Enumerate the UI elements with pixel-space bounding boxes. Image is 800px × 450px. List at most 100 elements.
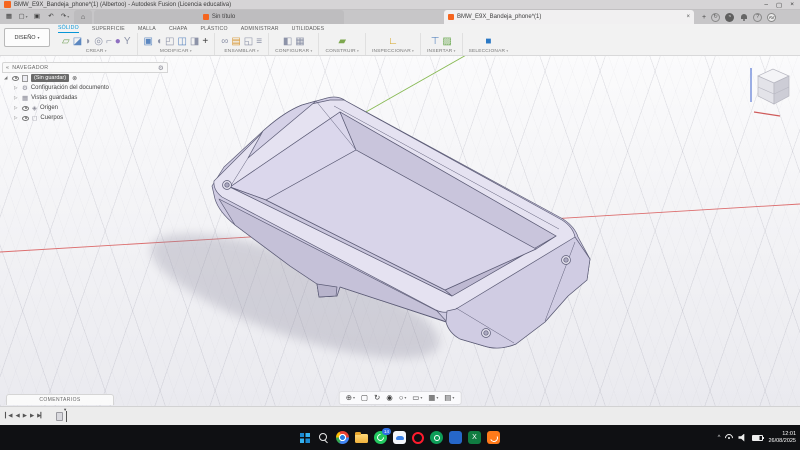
visibility-eye-icon[interactable]: [22, 105, 29, 111]
tab-malla[interactable]: MALLA: [138, 26, 156, 33]
tab-plastico[interactable]: PLÁSTICO: [200, 26, 227, 33]
joint-icon[interactable]: ◱: [244, 35, 253, 48]
configuration-table-icon[interactable]: ▦: [295, 35, 304, 48]
form-icon[interactable]: ●: [115, 35, 121, 48]
insert-derive-icon[interactable]: ⊤: [431, 35, 440, 48]
link-icon[interactable]: ∞: [221, 35, 228, 48]
step-forward-icon[interactable]: ▶: [30, 413, 34, 419]
measure-icon[interactable]: ∟: [388, 35, 398, 48]
document-tab-untitled[interactable]: Sin título: [94, 10, 344, 24]
hidden-icons-chevron[interactable]: ^: [718, 435, 721, 441]
close-tab-icon[interactable]: ×: [686, 14, 690, 20]
wifi-icon[interactable]: [723, 431, 736, 444]
pan-icon[interactable]: ⊕ ▾: [346, 393, 355, 403]
file-explorer-icon[interactable]: [355, 432, 368, 443]
fusion-icon[interactable]: [487, 431, 500, 444]
visibility-eye-icon[interactable]: [12, 75, 19, 81]
save-icon[interactable]: ▣: [31, 10, 43, 24]
zoom-icon[interactable]: ○ ▾: [399, 393, 406, 403]
fit-icon[interactable]: ▢: [361, 393, 368, 403]
green-app-icon[interactable]: [430, 431, 443, 444]
job-status-icon[interactable]: ↻: [711, 12, 721, 22]
expand-icon[interactable]: ▷: [14, 85, 19, 91]
document-tab-bmw[interactable]: BMW_E9X_Bandeja_phone*(1) ×: [444, 10, 694, 24]
file-menu-icon[interactable]: ▢▾: [17, 10, 29, 24]
grid-snaps-icon[interactable]: ▦ ▾: [428, 393, 438, 403]
group-label[interactable]: CONFIGURAR: [275, 49, 312, 54]
display-settings-icon[interactable]: ▭ ▾: [412, 393, 422, 403]
viewports-icon[interactable]: ▤ ▾: [444, 393, 454, 403]
visibility-eye-icon[interactable]: [22, 115, 29, 121]
browser-node-named-views[interactable]: ▷ ▦ Vistas guardadas: [2, 93, 168, 103]
avatar[interactable]: AV: [767, 12, 777, 22]
group-label[interactable]: ENSAMBLAR: [224, 49, 259, 54]
notifications-icon[interactable]: ◔: [725, 12, 735, 22]
expand-icon[interactable]: ▷: [14, 105, 19, 111]
expand-icon[interactable]: ▷: [14, 95, 19, 101]
clear-selection-icon[interactable]: ⊗: [72, 75, 77, 82]
opera-icon[interactable]: [412, 431, 424, 444]
tab-administrar[interactable]: ADMINISTRAR: [241, 26, 279, 33]
excel-icon[interactable]: X: [468, 431, 481, 444]
taskbar-clock[interactable]: 12:01 26/08/2025: [768, 431, 796, 444]
start-button[interactable]: [300, 432, 310, 443]
volume-icon[interactable]: [738, 433, 745, 442]
close-button[interactable]: ×: [790, 1, 794, 9]
new-component-icon[interactable]: ▤: [231, 35, 240, 48]
home-tab[interactable]: ⌂: [74, 10, 92, 24]
new-tab-button[interactable]: +: [702, 14, 706, 21]
go-to-start-icon[interactable]: ▎◀: [5, 413, 13, 419]
press-pull-icon[interactable]: ▣: [144, 35, 153, 48]
chrome-icon[interactable]: [336, 431, 349, 444]
group-label[interactable]: MODIFICAR: [160, 49, 192, 54]
gear-icon[interactable]: ⚙: [158, 64, 164, 72]
maximize-button[interactable]: ▢: [776, 1, 782, 9]
select-icon[interactable]: ■: [485, 35, 491, 48]
fillet-icon[interactable]: ◖: [156, 35, 162, 48]
minimize-button[interactable]: –: [764, 1, 768, 9]
group-label[interactable]: CONSTRUIR: [325, 49, 358, 54]
browser-node-document-settings[interactable]: ▷ ⚙ Configuración del documento: [2, 83, 168, 93]
extrude-icon[interactable]: ◪: [73, 35, 82, 48]
browser-node-bodies[interactable]: ▷ ◻ Cuerpos: [2, 113, 168, 123]
tab-superficie[interactable]: SUPERFICIE: [92, 26, 125, 33]
timeline-position-marker[interactable]: [63, 407, 67, 422]
go-to-end-icon[interactable]: ▶▎: [37, 413, 45, 419]
bell-icon[interactable]: [739, 13, 748, 22]
group-label[interactable]: SELECCIONAR: [469, 49, 509, 54]
construction-plane-icon[interactable]: ▰: [338, 35, 346, 48]
play-icon[interactable]: ▶: [23, 413, 27, 419]
root-document-name[interactable]: (Sin guardar): [31, 74, 70, 82]
tab-solido[interactable]: SÓLIDO: [58, 25, 79, 33]
viewport-canvas[interactable]: « NAVEGADOR ⚙ ◢ (Sin guardar) ⊗ ▷ ⚙ Conf…: [0, 56, 800, 406]
configure-icon[interactable]: ◧: [283, 35, 292, 48]
browser-root-node[interactable]: ◢ (Sin guardar) ⊗: [2, 73, 168, 83]
view-cube[interactable]: [742, 60, 796, 118]
app-grid-icon[interactable]: ▦: [3, 10, 15, 24]
group-label[interactable]: INSERTAR: [427, 49, 456, 54]
collapse-panel-icon[interactable]: «: [6, 65, 9, 71]
hole-icon[interactable]: ◎: [94, 35, 103, 48]
pipe-icon[interactable]: Y: [124, 35, 131, 48]
step-back-icon[interactable]: ◀: [15, 413, 19, 419]
look-at-icon[interactable]: ◉: [386, 393, 393, 403]
canvas-icon[interactable]: ▨: [442, 35, 451, 48]
bom-icon[interactable]: ≡: [256, 35, 262, 48]
create-sketch-icon[interactable]: ▱: [62, 35, 70, 48]
revolve-icon[interactable]: ◗: [85, 35, 91, 48]
group-label[interactable]: INSPECCIONAR: [372, 49, 414, 54]
orbit-icon[interactable]: ↻: [374, 393, 380, 403]
combine-icon[interactable]: ◫: [177, 35, 186, 48]
derive-icon[interactable]: ⌐: [106, 35, 112, 48]
whatsapp-icon[interactable]: 14: [374, 428, 391, 444]
tab-utilidades[interactable]: UTILIDADES: [292, 26, 325, 33]
expand-icon[interactable]: ▷: [14, 115, 19, 121]
undo-icon[interactable]: ↶: [45, 10, 57, 24]
move-copy-icon[interactable]: +: [202, 35, 208, 48]
photos-app-icon[interactable]: [393, 431, 406, 444]
shell-icon[interactable]: ◰: [165, 35, 174, 48]
tab-chapa[interactable]: CHAPA: [169, 26, 188, 33]
help-icon[interactable]: ?: [753, 12, 763, 22]
browser-node-origin[interactable]: ▷ ◈ Origen: [2, 103, 168, 113]
group-label[interactable]: CREAR: [86, 49, 107, 54]
